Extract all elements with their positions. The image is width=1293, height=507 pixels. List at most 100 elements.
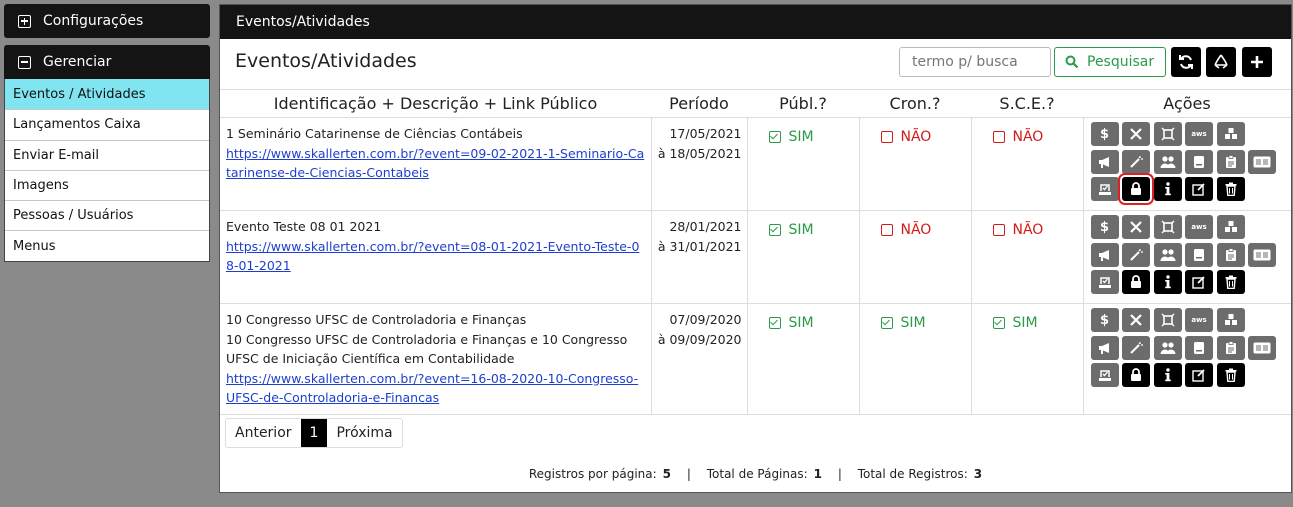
dollar-icon: $ xyxy=(1099,219,1110,235)
sidebar-item-menus[interactable]: Menus xyxy=(5,230,209,260)
megaphone-action-button[interactable] xyxy=(1090,149,1119,174)
col-sce: S.C.E.? xyxy=(971,89,1083,118)
certificate-action-button[interactable] xyxy=(1090,177,1119,201)
users-action-button[interactable] xyxy=(1153,149,1182,174)
book-action-button[interactable] xyxy=(1185,149,1213,174)
prev-page-button[interactable]: Anterior xyxy=(226,419,301,447)
sidebar-item-eventos[interactable]: Eventos / Atividades xyxy=(5,79,209,110)
sidebar-item-email[interactable]: Enviar E-mail xyxy=(5,139,209,170)
id-card-action-button[interactable] xyxy=(1248,335,1276,360)
table-row: 10 Congresso UFSC de Controladoria e Fin… xyxy=(220,303,1292,415)
clipboard-action-button[interactable] xyxy=(1216,149,1245,174)
actions-row: $ aws xyxy=(1090,308,1292,332)
edit-icon xyxy=(1192,368,1206,382)
aws-action-button[interactable]: aws xyxy=(1185,122,1213,146)
recycle-button[interactable] xyxy=(1206,47,1236,77)
search-button[interactable]: Pesquisar xyxy=(1054,47,1166,77)
users-icon xyxy=(1160,155,1176,169)
certificate-action-button[interactable] xyxy=(1090,270,1119,294)
book-action-button[interactable] xyxy=(1185,242,1213,267)
info-action-button[interactable] xyxy=(1153,177,1182,201)
period-cell: 07/09/2020 à 09/09/2020 xyxy=(650,303,748,415)
publ-flag[interactable]: SIM xyxy=(749,305,858,331)
event-link[interactable]: https://www.skallerten.com.br/?event=16-… xyxy=(226,371,638,406)
trash-icon xyxy=(1225,368,1237,382)
lock-action-button[interactable] xyxy=(1122,270,1150,294)
publ-flag[interactable]: SIM xyxy=(749,212,858,238)
publ-cell: SIM xyxy=(746,210,860,304)
refresh-button[interactable] xyxy=(1171,47,1201,77)
clipboard-action-button[interactable] xyxy=(1216,335,1245,360)
trash-action-button[interactable] xyxy=(1216,363,1245,387)
trash-action-button[interactable] xyxy=(1216,177,1245,201)
edit-action-button[interactable] xyxy=(1185,270,1213,294)
id-card-action-button[interactable] xyxy=(1248,149,1276,174)
boxes-action-button[interactable] xyxy=(1216,122,1245,146)
boxes-action-button[interactable] xyxy=(1216,215,1245,239)
total-label: Total de Registros: xyxy=(857,467,968,481)
cron-flag[interactable]: NÃO xyxy=(861,119,970,145)
lock-action-button[interactable] xyxy=(1122,363,1150,387)
megaphone-action-button[interactable] xyxy=(1090,335,1119,360)
users-action-button[interactable] xyxy=(1153,242,1182,267)
configuracoes-header[interactable]: Configurações xyxy=(4,4,210,38)
actions-row xyxy=(1090,242,1292,267)
info-action-button[interactable] xyxy=(1153,270,1182,294)
sidebar-item-lancamentos[interactable]: Lançamentos Caixa xyxy=(5,109,209,139)
cron-flag[interactable]: NÃO xyxy=(861,212,970,238)
trash-action-button[interactable] xyxy=(1216,270,1245,294)
sce-flag[interactable]: SIM xyxy=(973,305,1082,331)
frame-action-button[interactable] xyxy=(1153,215,1182,239)
dollar-action-button[interactable]: $ xyxy=(1090,122,1119,146)
expand-icon xyxy=(18,14,31,28)
book-action-button[interactable] xyxy=(1185,335,1213,360)
checkbox-empty-icon xyxy=(880,131,893,143)
actions-cell: $ aws xyxy=(1082,303,1292,415)
sce-flag[interactable]: NÃO xyxy=(973,119,1082,145)
gerenciar-panel: Gerenciar Eventos / Atividades Lançament… xyxy=(4,45,210,262)
period-end: à 31/01/2021 xyxy=(657,238,742,254)
magic-wand-action-button[interactable] xyxy=(1122,335,1150,360)
users-action-button[interactable] xyxy=(1153,335,1182,360)
tools-action-button[interactable] xyxy=(1122,215,1150,239)
lock-action-button[interactable] xyxy=(1118,173,1154,205)
dollar-action-button[interactable]: $ xyxy=(1090,215,1119,239)
current-page[interactable]: 1 xyxy=(300,419,328,447)
refresh-icon xyxy=(1179,55,1193,69)
aws-action-button[interactable]: aws xyxy=(1185,215,1213,239)
tools-action-button[interactable] xyxy=(1122,308,1150,332)
tools-action-button[interactable] xyxy=(1122,122,1150,146)
search-input[interactable] xyxy=(899,47,1051,77)
aws-action-button[interactable]: aws xyxy=(1185,308,1213,332)
publ-flag[interactable]: SIM xyxy=(749,119,858,145)
sidebar-item-pessoas[interactable]: Pessoas / Usuários xyxy=(5,200,209,230)
megaphone-action-button[interactable] xyxy=(1090,242,1119,267)
period-cell: 28/01/2021 à 31/01/2021 xyxy=(650,210,748,304)
cron-flag[interactable]: SIM xyxy=(861,305,970,331)
event-description-cell: 1 Seminário Catarinense de Ciências Cont… xyxy=(220,117,652,211)
sce-value: NÃO xyxy=(1012,129,1044,145)
frame-action-button[interactable] xyxy=(1153,122,1182,146)
pages-label: Total de Páginas: xyxy=(706,467,808,481)
clipboard-action-button[interactable] xyxy=(1216,242,1245,267)
id-card-icon xyxy=(1253,249,1271,261)
magic-wand-action-button[interactable] xyxy=(1122,149,1150,174)
event-link[interactable]: https://www.skallerten.com.br/?event=09-… xyxy=(226,146,644,181)
magic-wand-action-button[interactable] xyxy=(1122,242,1150,267)
certificate-action-button[interactable] xyxy=(1090,363,1119,387)
boxes-action-button[interactable] xyxy=(1216,308,1245,332)
certificate-icon xyxy=(1098,368,1112,382)
sidebar-item-imagens[interactable]: Imagens xyxy=(5,169,209,200)
add-button[interactable] xyxy=(1242,47,1272,77)
edit-action-button[interactable] xyxy=(1185,363,1213,387)
id-card-action-button[interactable] xyxy=(1248,242,1276,267)
gerenciar-header[interactable]: Gerenciar xyxy=(4,45,210,79)
edit-action-button[interactable] xyxy=(1185,177,1213,201)
certificate-icon xyxy=(1098,182,1112,196)
info-action-button[interactable] xyxy=(1153,363,1182,387)
next-page-button[interactable]: Próxima xyxy=(327,419,401,447)
event-link[interactable]: https://www.skallerten.com.br/?event=08-… xyxy=(226,239,639,274)
dollar-action-button[interactable]: $ xyxy=(1090,308,1119,332)
sce-flag[interactable]: NÃO xyxy=(973,212,1082,238)
frame-action-button[interactable] xyxy=(1153,308,1182,332)
